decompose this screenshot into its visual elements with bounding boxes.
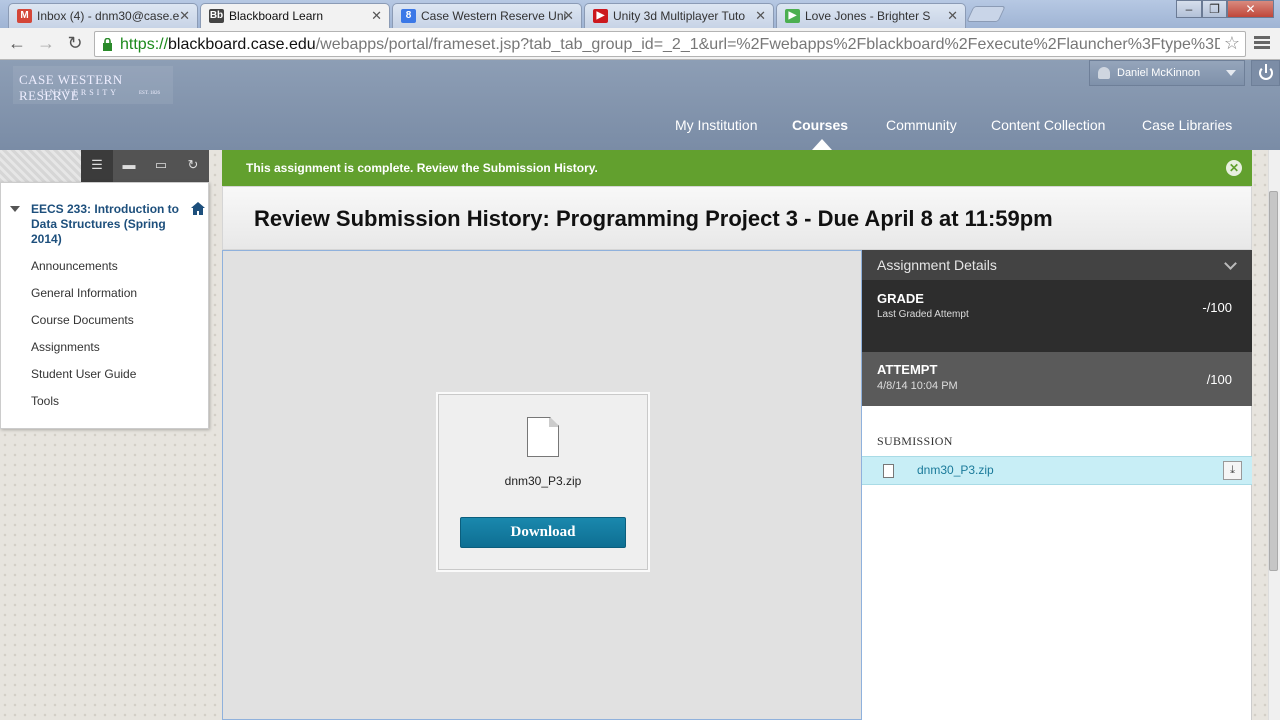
download-icon[interactable]: ⤓ <box>1223 461 1242 480</box>
user-menu[interactable]: Daniel McKinnon <box>1089 60 1245 86</box>
file-icon <box>883 464 894 478</box>
list-view-icon[interactable]: ☰ <box>81 150 113 182</box>
tab-title: Unity 3d Multiplayer Tuto <box>613 9 746 23</box>
url-path: /webapps/portal/frameset.jsp?tab_tab_gro… <box>315 36 1220 53</box>
file-name: dnm30_P3.zip <box>504 474 582 488</box>
attempt-date: 4/8/14 10:04 PM <box>877 380 958 392</box>
grade-value: -/100 <box>1202 300 1232 315</box>
grade-sublabel: Last Graded Attempt <box>877 309 969 320</box>
attempt-label: ATTEMPT <box>877 362 938 377</box>
grade-label: GRADE <box>877 291 924 306</box>
grade-section: GRADE Last Graded Attempt -/100 <box>862 280 1252 352</box>
logo-est: EST. 1826 <box>139 91 161 96</box>
browser-tab-case[interactable]: 8 Case Western Reserve Uni ✕ <box>392 3 582 28</box>
new-window-icon[interactable]: ▭ <box>145 150 177 182</box>
url-scheme: https:// <box>120 36 169 53</box>
address-bar[interactable]: https://blackboard.case.edu/webapps/port… <box>94 31 1246 57</box>
university-logo[interactable]: CASE WESTERN RESERVE UNIVERSITY EST. 182… <box>13 66 173 104</box>
chevron-down-icon <box>1224 257 1237 270</box>
google-sites-icon: 8 <box>401 9 416 23</box>
attempt-row[interactable]: ATTEMPT 4/8/14 10:04 PM /100 <box>862 352 1252 406</box>
active-nav-indicator <box>812 139 832 150</box>
forward-icon[interactable]: → <box>34 32 58 56</box>
play-icon: ▶ <box>785 9 800 23</box>
site-header: CASE WESTERN RESERVE UNIVERSITY EST. 182… <box>0 60 1280 150</box>
submission-file-row[interactable]: dnm30_P3.zip ⤓ <box>862 456 1252 485</box>
new-tab-button[interactable] <box>966 6 1006 22</box>
nav-case-libraries[interactable]: Case Libraries <box>1142 117 1232 133</box>
tab-title: Case Western Reserve Uni <box>421 9 567 23</box>
window-close-button[interactable]: ✕ <box>1227 0 1274 18</box>
file-card: dnm30_P3.zip Download <box>438 394 648 570</box>
lock-icon <box>103 38 112 51</box>
browser-tab-gmail[interactable]: M Inbox (4) - dnm30@case.e ✕ <box>8 3 198 28</box>
home-icon[interactable] <box>191 202 205 215</box>
browser-toolbar: ← → ↻ https://blackboard.case.edu/webapp… <box>0 28 1280 60</box>
scrollbar-thumb[interactable] <box>1269 191 1278 571</box>
course-menu: EECS 233: Introduction to Data Structure… <box>0 182 209 429</box>
reload-icon[interactable]: ↻ <box>63 32 87 56</box>
attempt-value: /100 <box>1206 372 1232 387</box>
refresh-icon[interactable]: ↻ <box>177 150 209 182</box>
user-name: Daniel McKinnon <box>1117 67 1201 79</box>
page-title: Review Submission History: Programming P… <box>254 206 1053 231</box>
assignment-details-panel: Assignment Details GRADE Last Graded Att… <box>862 250 1252 720</box>
back-icon[interactable]: ← <box>5 32 29 56</box>
user-icon <box>1098 67 1110 79</box>
course-menu-item-general-information[interactable]: General Information <box>31 286 137 300</box>
bookmark-star-icon[interactable]: ☆ <box>1224 33 1240 54</box>
gmail-icon: M <box>17 9 32 23</box>
close-icon[interactable]: ✕ <box>179 4 190 28</box>
url-host: blackboard.case.edu <box>168 36 316 53</box>
banner-message: This assignment is complete. Review the … <box>246 161 598 175</box>
tab-title: Blackboard Learn <box>229 9 324 23</box>
page-title-bar: Review Submission History: Programming P… <box>222 186 1252 250</box>
browser-tab-strip: M Inbox (4) - dnm30@case.e ✕ Bb Blackboa… <box>0 0 1280 29</box>
download-button[interactable]: Download <box>460 517 626 548</box>
tab-title: Love Jones - Brighter S <box>805 9 931 23</box>
youtube-icon: ▶ <box>593 9 608 23</box>
course-menu-item-tools[interactable]: Tools <box>31 394 59 408</box>
blackboard-icon: Bb <box>209 9 224 23</box>
course-menu-item-course-documents[interactable]: Course Documents <box>31 313 134 327</box>
course-menu-item-assignments[interactable]: Assignments <box>31 340 100 354</box>
file-icon <box>527 417 559 457</box>
nav-community[interactable]: Community <box>886 117 957 133</box>
minimize-button[interactable]: – <box>1176 0 1202 18</box>
collapse-triangle-icon[interactable] <box>10 206 20 217</box>
nav-my-institution[interactable]: My Institution <box>675 117 757 133</box>
assignment-details-header[interactable]: Assignment Details <box>862 250 1252 280</box>
close-icon[interactable]: ✕ <box>1226 160 1242 176</box>
logo-line2: UNIVERSITY <box>41 88 119 97</box>
maximize-button[interactable]: ❐ <box>1202 0 1227 18</box>
chevron-down-icon <box>1226 70 1236 81</box>
close-icon[interactable]: ✕ <box>563 4 574 28</box>
course-menu-view-buttons: ☰ ▬ ▭ ↻ <box>81 150 209 182</box>
browser-tab-music[interactable]: ▶ Love Jones - Brighter S ✕ <box>776 3 966 28</box>
details-title: Assignment Details <box>877 257 997 273</box>
close-icon[interactable]: ✕ <box>947 4 958 28</box>
browser-menu-icon[interactable] <box>1254 34 1270 52</box>
close-icon[interactable]: ✕ <box>755 4 766 28</box>
submission-file-link[interactable]: dnm30_P3.zip <box>917 463 994 477</box>
close-icon[interactable]: ✕ <box>371 4 382 28</box>
logout-power-icon[interactable] <box>1251 60 1280 86</box>
folder-view-icon[interactable]: ▬ <box>113 150 145 182</box>
page-scrollbar[interactable] <box>1268 150 1280 720</box>
success-banner: This assignment is complete. Review the … <box>222 150 1252 186</box>
course-title[interactable]: EECS 233: Introduction to Data Structure… <box>31 202 179 247</box>
tab-title: Inbox (4) - dnm30@case.e <box>37 9 180 23</box>
file-preview-area: dnm30_P3.zip Download <box>222 250 862 720</box>
browser-tab-youtube[interactable]: ▶ Unity 3d Multiplayer Tuto ✕ <box>584 3 774 28</box>
nav-content-collection[interactable]: Content Collection <box>991 117 1105 133</box>
browser-tab-blackboard[interactable]: Bb Blackboard Learn ✕ <box>200 3 390 29</box>
url-text: https://blackboard.case.edu/webapps/port… <box>120 36 1220 54</box>
course-menu-item-announcements[interactable]: Announcements <box>31 259 118 273</box>
nav-courses[interactable]: Courses <box>792 117 848 133</box>
submission-heading: SUBMISSION <box>877 434 953 448</box>
course-menu-item-student-user-guide[interactable]: Student User Guide <box>31 367 136 381</box>
